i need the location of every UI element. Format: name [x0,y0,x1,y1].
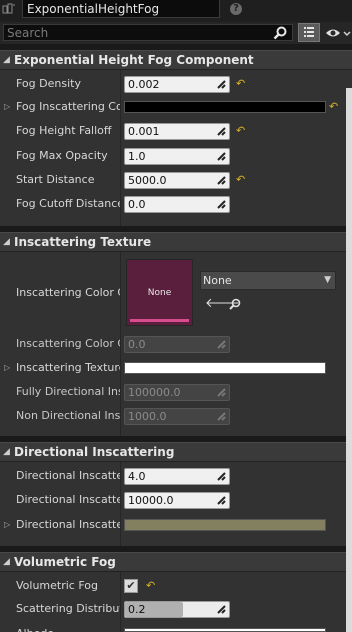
help-icon[interactable]: ? [230,3,242,15]
drag-icon [216,175,227,186]
section-title: Inscattering Texture [14,235,152,249]
section-header-fog[interactable]: ◢ Exponential Height Fog Component [0,50,352,70]
reset-to-default-icon[interactable]: ↶ [236,125,248,137]
scrollbar[interactable] [346,88,352,632]
object-name-field[interactable]: ExponentialHeightFog [22,0,220,18]
scattering-distribution-label: Scattering Distributio [16,602,120,615]
fully-directional-label: Fully Directional Insc [16,385,120,398]
column-splitter[interactable] [120,462,121,546]
section-title: Exponential Height Fog Component [14,53,254,67]
fog-cutoff-distance-input[interactable]: 0.0 [124,196,230,213]
collapse-triangle-icon: ◢ [3,557,10,567]
non-directional-input[interactable]: 1000.0 [124,408,230,425]
section-title: Directional Inscattering [14,445,175,459]
expand-arrow-icon[interactable]: ▷ [4,360,12,376]
directional-start-distance-value: 10000.0 [128,494,174,507]
drag-icon [216,126,227,137]
fog-max-opacity-label: Fog Max Opacity [16,149,108,162]
scattering-distribution-slider[interactable]: 0.2 [124,601,230,618]
fog-inscattering-color-swatch[interactable] [124,101,326,113]
reset-to-default-icon[interactable]: ↶ [236,174,248,186]
drag-icon [216,199,227,210]
reset-to-default-icon[interactable]: ↶ [146,580,158,592]
volumetric-fog-label: Volumetric Fog [16,579,98,592]
visibility-options-button[interactable] [324,24,352,42]
expand-arrow-icon[interactable]: ▷ [4,517,12,533]
drag-icon [216,339,227,350]
albedo-label: Albedo [16,626,120,632]
section-header-volumetric-fog[interactable]: ◢ Volumetric Fog [0,552,352,572]
reset-to-default-icon[interactable]: ↶ [329,101,341,113]
scattering-value: 0.2 [128,603,146,616]
directional-exponent-value: 4.0 [128,470,146,483]
combo-value: None [203,274,232,287]
start-distance-input[interactable]: 5000.0 [124,172,230,189]
fog-density-value: 0.002 [128,78,160,91]
cubemap-thumbnail[interactable]: None [126,259,193,326]
drag-icon [216,151,227,162]
fog-max-opacity-input[interactable]: 1.0 [124,148,230,165]
start-distance-label: Start Distance [16,173,95,186]
drag-icon [216,495,227,506]
non-directional-label: Non Directional Insca [16,409,120,422]
cubemap-asset-combo[interactable]: None ▼ [200,271,336,290]
browse-asset-icon[interactable] [228,297,242,311]
grid-view-button[interactable] [298,23,320,42]
drag-icon [216,387,227,398]
collapse-triangle-icon: ◢ [3,237,10,247]
checkmark-icon: ✔ [126,579,136,592]
column-splitter[interactable] [120,572,121,632]
thumbnail-label: None [147,288,172,298]
fog-height-falloff-value: 0.001 [128,125,160,138]
search-icon[interactable] [272,25,288,41]
fog-height-falloff-input[interactable]: 0.001 [124,123,230,140]
drag-icon [216,411,227,422]
fog-density-label: Fog Density [16,77,81,90]
section-header-inscattering-texture[interactable]: ◢ Inscattering Texture [0,232,352,252]
fog-height-falloff-label: Fog Height Falloff [16,124,112,137]
fog-cutoff-distance-label: Fog Cutoff Distance [16,197,120,210]
grid-view-icon [304,27,314,37]
fog-density-input[interactable]: 0.002 [124,76,230,93]
eye-icon [326,29,351,37]
directional-color-label: Directional Inscatter [16,518,120,531]
directional-start-distance-label: Directional Inscatteri [16,493,120,506]
non-directional-value: 1000.0 [128,410,167,423]
drag-icon [216,471,227,482]
drag-icon [216,604,227,615]
directional-exponent-input[interactable]: 4.0 [124,468,230,485]
start-distance-value: 5000.0 [128,174,167,187]
search-input[interactable]: Search [3,24,293,41]
inscattering-cubemap-label: Inscattering Color Cu [16,286,120,299]
column-splitter[interactable] [120,70,121,226]
collapse-triangle-icon: ◢ [3,447,10,457]
asset-type-bar [130,319,189,322]
fog-inscattering-color-label: Fog Inscattering Colo [16,100,120,113]
fully-directional-input[interactable]: 100000.0 [124,384,230,401]
expand-arrow-icon[interactable]: ▷ [4,99,12,115]
cubemap-angle-value: 0.0 [128,338,146,351]
column-splitter[interactable] [120,252,121,436]
volumetric-fog-checkbox[interactable]: ✔ [124,579,138,593]
reset-to-default-icon[interactable]: ↶ [236,78,248,90]
chevron-down-icon: ▼ [324,275,331,285]
drag-icon [216,79,227,90]
inscattering-texture-tint-label: Inscattering Texture [16,361,120,374]
directional-exponent-label: Directional Inscatteri [16,469,120,482]
fog-cutoff-distance-value: 0.0 [128,198,146,211]
section-title: Volumetric Fog [14,555,116,569]
inscattering-texture-tint-swatch[interactable] [124,362,326,374]
inscattering-cubemap-angle-label: Inscattering Color Cu [16,337,120,350]
fully-directional-value: 100000.0 [128,386,181,399]
use-selected-asset-icon[interactable]: 🡐 [205,297,240,310]
albedo-color-swatch[interactable] [124,628,326,632]
section-header-directional-inscattering[interactable]: ◢ Directional Inscattering [0,442,352,462]
cubemap-angle-input[interactable]: 0.0 [124,336,230,353]
collapse-triangle-icon: ◢ [3,55,10,65]
actor-type-icon [2,3,16,15]
directional-start-distance-input[interactable]: 10000.0 [124,492,230,509]
directional-color-swatch[interactable] [124,519,326,531]
fog-max-opacity-value: 1.0 [128,150,146,163]
